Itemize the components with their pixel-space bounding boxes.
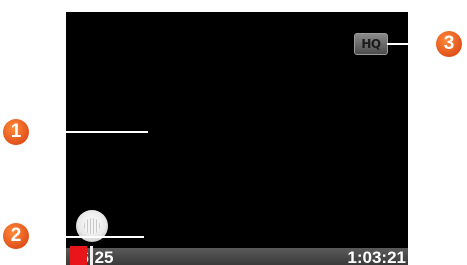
video-player-screen: HQ 06:25 1:03:21 — [66, 12, 408, 265]
progress-position-line — [90, 246, 93, 265]
hq-quality-button[interactable]: HQ — [354, 33, 388, 55]
callout-2-marker: 2 — [3, 223, 29, 249]
slider-grip-icon — [84, 218, 100, 234]
total-time: 1:03:21 — [347, 248, 406, 265]
callout-3-marker: 3 — [436, 31, 462, 57]
callout-1-marker: 1 — [3, 119, 29, 145]
callout-1-line — [36, 131, 148, 133]
progress-bar-fill — [70, 246, 87, 265]
callout-3-line — [387, 43, 437, 45]
control-bar: 06:25 1:03:21 — [66, 248, 408, 265]
callout-2-line — [36, 236, 144, 238]
hq-badge-label: HQ — [361, 37, 381, 51]
